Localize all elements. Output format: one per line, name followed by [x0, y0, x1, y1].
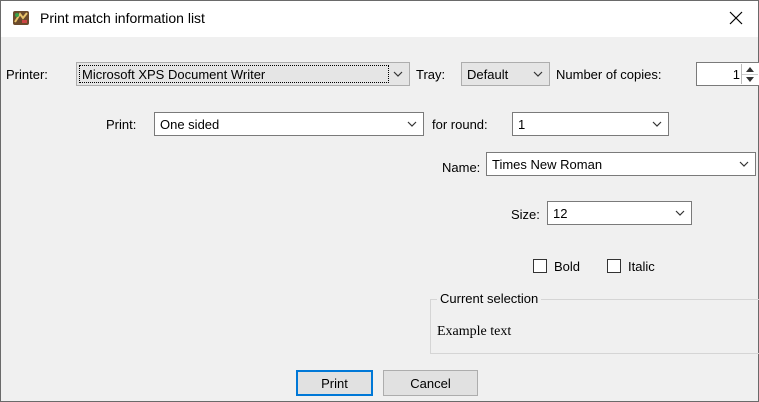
tournament-app-icon — [12, 9, 30, 27]
window-title: Print match information list — [40, 10, 205, 26]
round-label: for round: — [432, 117, 488, 132]
caret-up-icon — [746, 66, 754, 72]
bold-checkbox[interactable] — [533, 259, 547, 273]
font-size-value: 12 — [553, 206, 568, 221]
printer-label: Printer: — [6, 67, 48, 82]
font-name-label: Name: — [442, 160, 481, 175]
cancel-button[interactable]: Cancel — [383, 370, 478, 396]
tray-select[interactable]: Default — [461, 62, 550, 86]
example-text: Example text — [437, 324, 512, 339]
copies-stepper[interactable]: 1 — [696, 62, 759, 86]
font-size-label: Size: — [511, 207, 540, 222]
caret-down-icon — [746, 76, 754, 82]
bold-label: Bold — [554, 259, 581, 274]
print-mode-value: One sided — [160, 117, 220, 132]
title-bar: Print match information list — [1, 1, 758, 37]
chevron-down-icon — [652, 121, 662, 127]
round-value: 1 — [518, 117, 526, 132]
close-icon — [729, 11, 743, 28]
chevron-down-icon — [533, 71, 543, 77]
chevron-down-icon — [675, 210, 685, 216]
current-selection-title: Current selection — [437, 291, 542, 306]
tray-value: Default — [467, 67, 509, 82]
close-button[interactable] — [714, 1, 758, 37]
font-name-select[interactable]: Times New Roman — [486, 152, 756, 176]
print-mode-select[interactable]: One sided — [154, 112, 424, 136]
spin-down-button[interactable] — [742, 74, 758, 84]
italic-label: Italic — [628, 259, 655, 274]
print-button[interactable]: Print — [296, 370, 373, 396]
printer-value: Microsoft XPS Document Writer — [82, 67, 266, 82]
copies-label: Number of copies: — [556, 67, 662, 82]
font-size-select[interactable]: 12 — [547, 201, 692, 225]
tray-label: Tray: — [416, 67, 446, 82]
chevron-down-icon — [407, 121, 417, 127]
chevron-down-icon — [393, 71, 403, 77]
round-select[interactable]: 1 — [512, 112, 669, 136]
print-mode-label: Print: — [106, 117, 137, 132]
printer-select[interactable]: Microsoft XPS Document Writer — [76, 62, 410, 86]
copies-value: 1 — [732, 67, 740, 82]
italic-checkbox[interactable] — [607, 259, 621, 273]
font-name-value: Times New Roman — [492, 157, 603, 172]
chevron-down-icon — [739, 161, 749, 167]
